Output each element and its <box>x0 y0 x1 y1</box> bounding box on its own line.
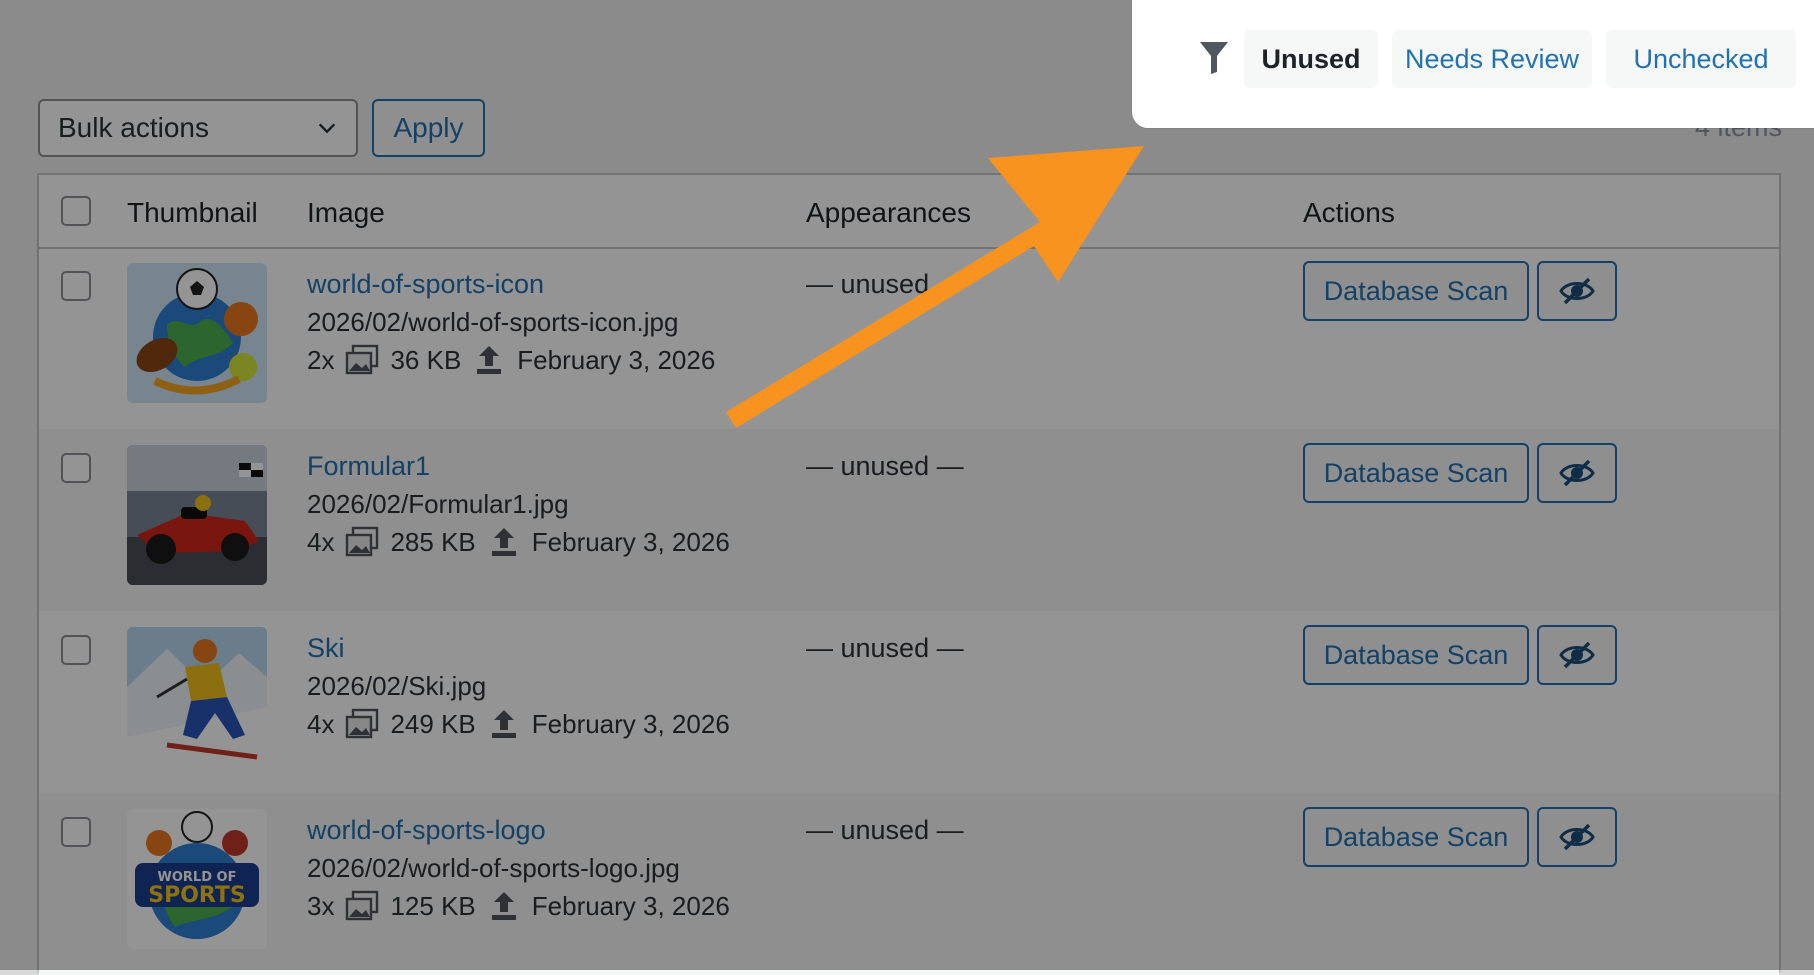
focus-overlay <box>0 0 1814 970</box>
filter-tab-unused[interactable]: Unused <box>1244 30 1378 88</box>
filter-tabs-highlight: Unused Needs Review Unchecked <box>1132 0 1814 128</box>
filter-icon <box>1200 42 1228 74</box>
filter-tab-unchecked[interactable]: Unchecked <box>1606 30 1796 88</box>
filter-tab-needs-review[interactable]: Needs Review <box>1392 30 1592 88</box>
